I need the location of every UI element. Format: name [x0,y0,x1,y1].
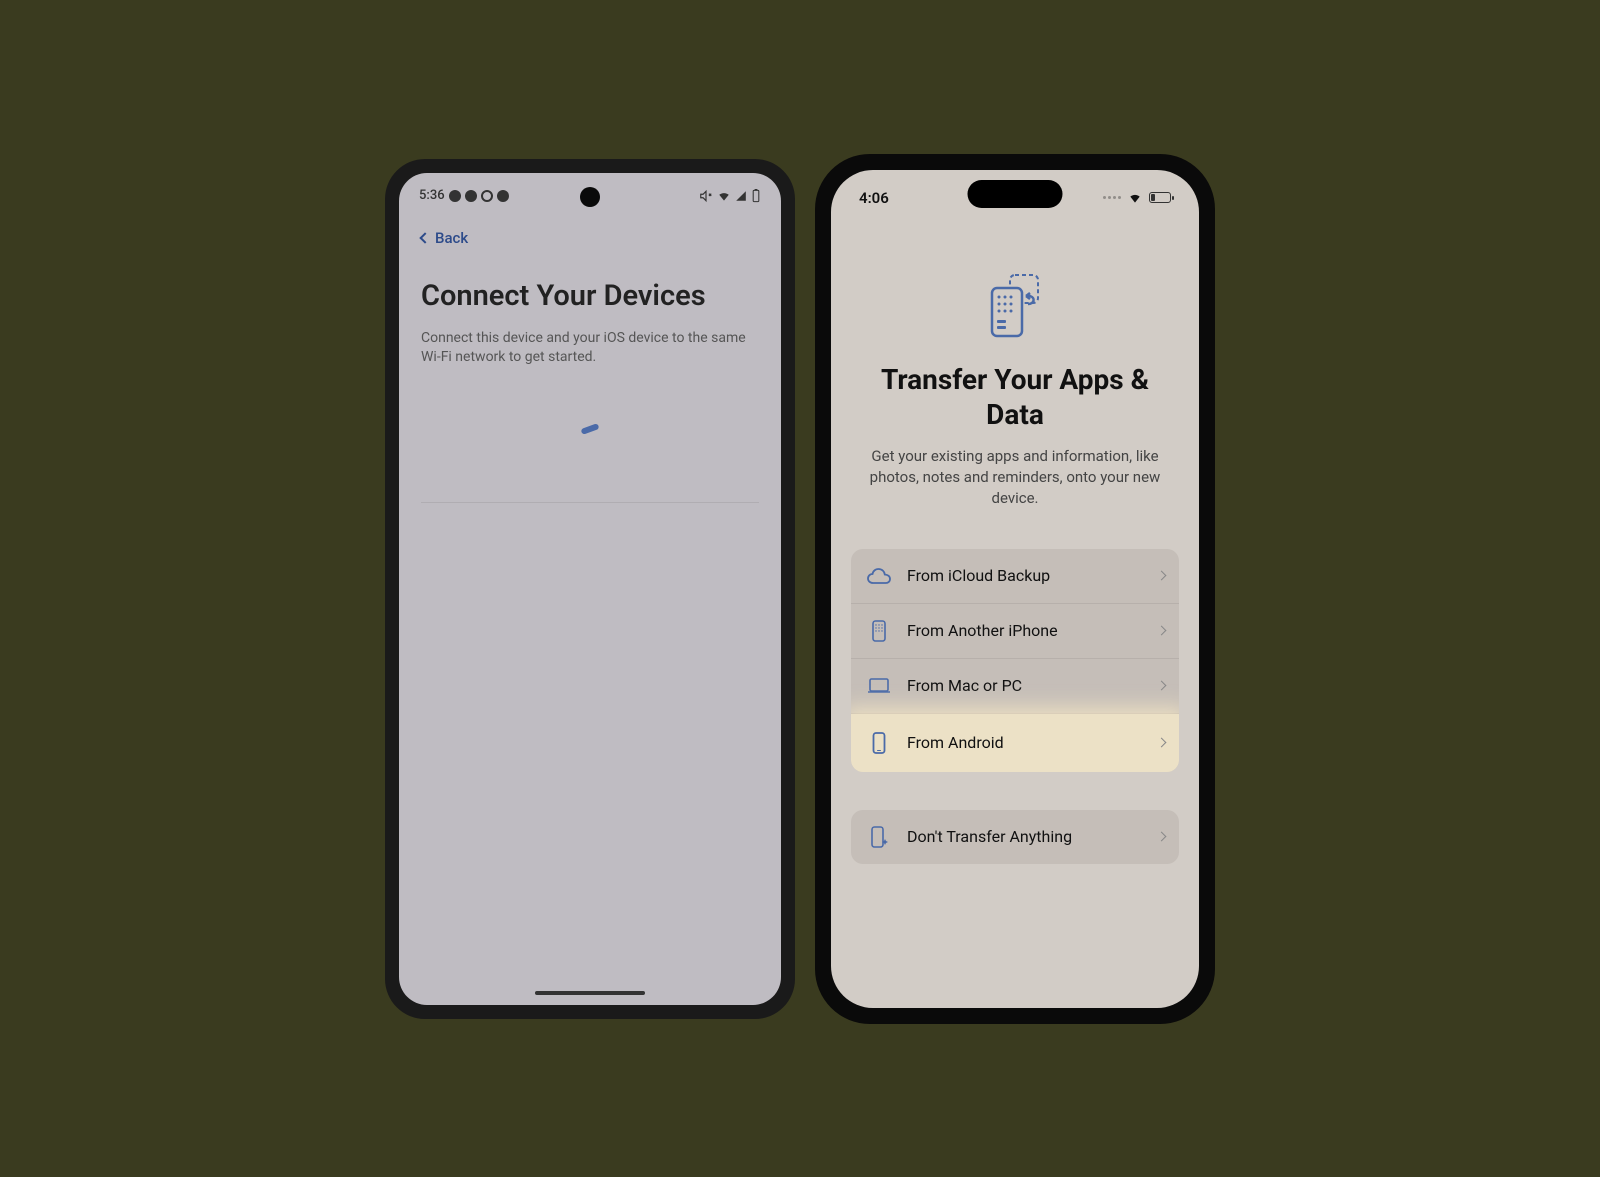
battery-icon [751,189,761,203]
battery-icon [1149,192,1171,203]
android-nav-bar[interactable] [535,991,645,995]
iphone-icon [865,620,893,642]
option-another-iphone[interactable]: From Another iPhone [851,604,1179,659]
back-button[interactable]: Back [399,209,781,259]
chevron-right-icon [1157,832,1167,842]
iphone-frame: 4:06 Transfe [815,154,1215,1024]
cellular-icon [1103,196,1121,199]
page-description: Connect this device and your iOS device … [399,325,781,386]
sparkle-phone-icon [865,826,893,848]
option-from-android[interactable]: From Android [851,714,1179,772]
option-label: From Android [907,733,1004,752]
iphone-time: 4:06 [859,189,889,207]
page-title: Connect Your Devices [399,259,781,325]
wifi-icon [1127,192,1143,204]
android-time: 5:36 [419,188,445,203]
wifi-icon [717,190,731,202]
page-description: Get your existing apps and information, … [851,446,1179,509]
status-dot-icon [497,190,509,202]
divider [421,502,759,503]
transfer-icon [980,272,1050,342]
chevron-right-icon [1157,681,1167,691]
signal-icon [735,190,747,202]
option-label: From iCloud Backup [907,566,1050,585]
option-icloud-backup[interactable]: From iCloud Backup [851,549,1179,604]
android-screen: 5:36 Back Connect Your Devices Connect t… [399,173,781,1005]
status-ring-icon [481,190,493,202]
option-dont-transfer[interactable]: Don't Transfer Anything [851,810,1179,864]
chevron-right-icon [1157,738,1167,748]
page-title: Transfer Your Apps & Data [851,362,1179,432]
loading-spinner [581,423,600,435]
secondary-option-list: Don't Transfer Anything [851,810,1179,864]
android-phone-icon [865,732,893,754]
option-label: From Mac or PC [907,676,1022,695]
chevron-right-icon [1157,571,1167,581]
android-phone-frame: 5:36 Back Connect Your Devices Connect t… [385,159,795,1019]
iphone-screen: 4:06 Transfe [831,170,1199,1008]
option-label: From Another iPhone [907,621,1058,640]
status-dot-icon [449,190,461,202]
android-camera-cutout [580,187,600,207]
cloud-icon [865,565,893,587]
back-label: Back [435,229,468,247]
mute-icon [699,189,713,203]
dynamic-island [968,180,1063,208]
chevron-left-icon [419,232,430,243]
chevron-right-icon [1157,626,1167,636]
option-label: Don't Transfer Anything [907,827,1072,846]
option-mac-or-pc[interactable]: From Mac or PC [851,659,1179,714]
laptop-icon [865,675,893,697]
transfer-options-list: From iCloud Backup From Another iPhone F… [851,549,1179,772]
status-dot-icon [465,190,477,202]
